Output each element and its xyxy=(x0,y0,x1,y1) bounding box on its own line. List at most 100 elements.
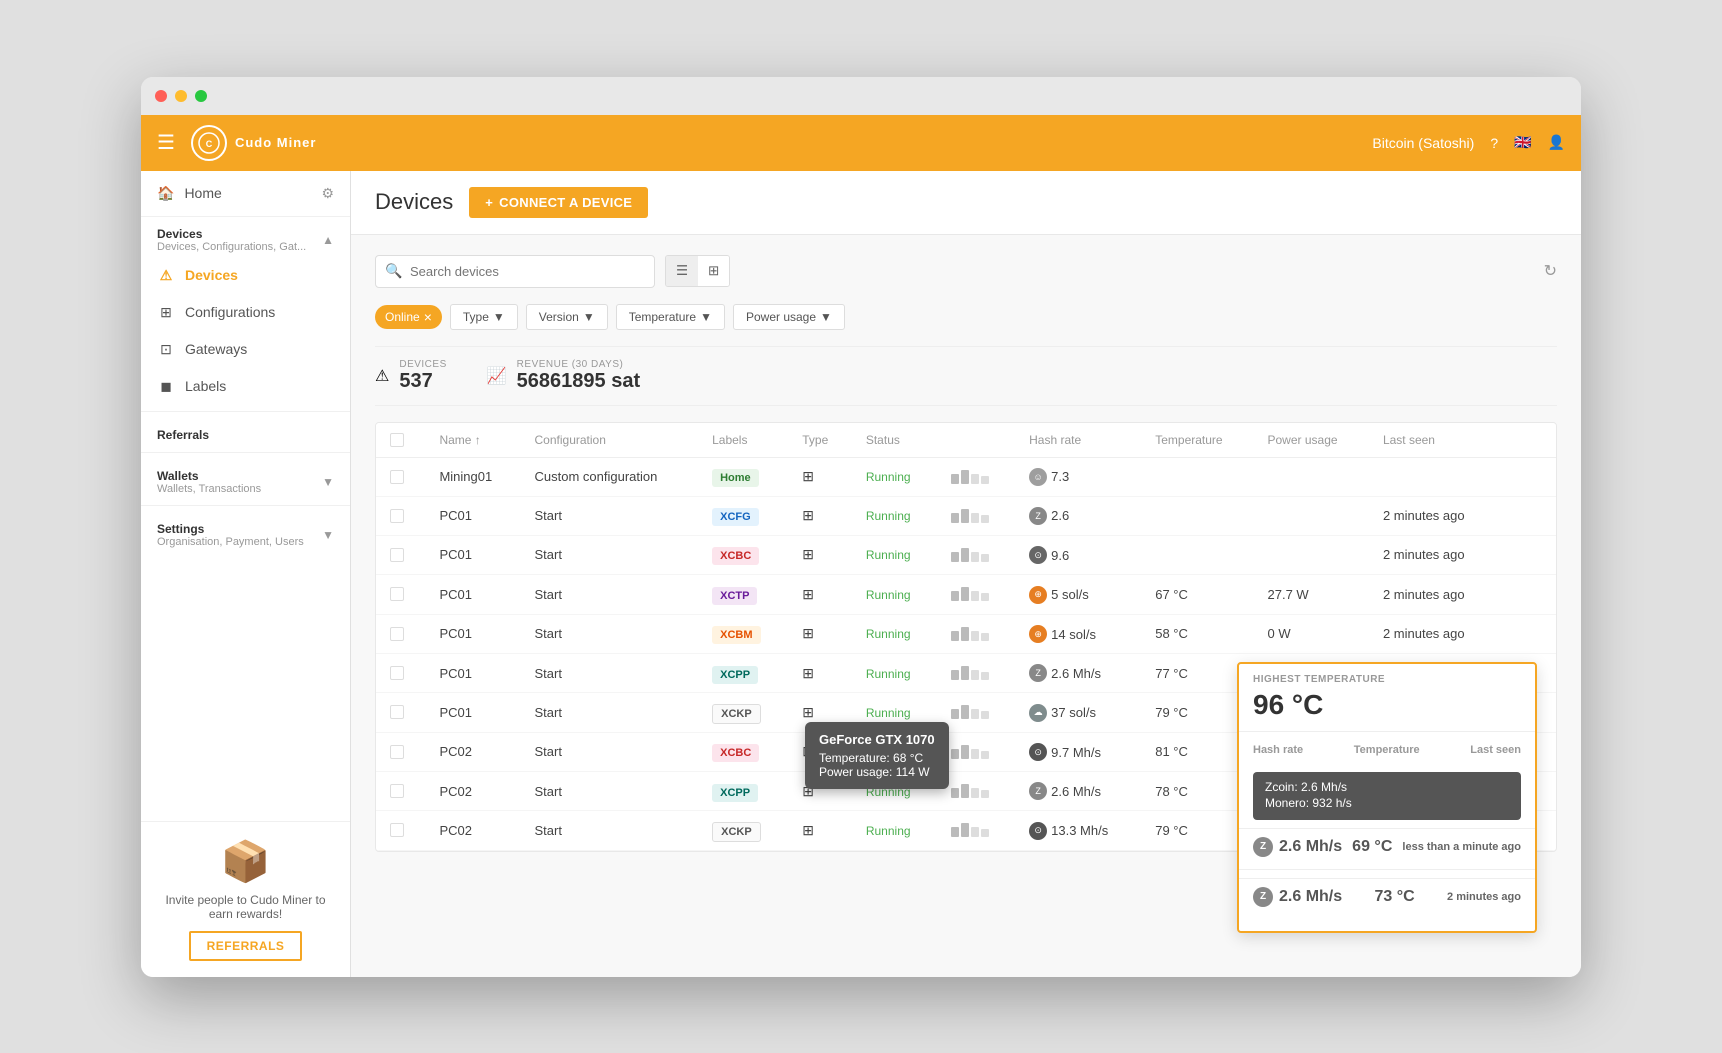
sidebar-devices-section: Devices Devices, Configurations, Gat... … xyxy=(141,217,350,257)
row-status: Running xyxy=(852,614,938,654)
promo-image: 📦 xyxy=(157,838,334,885)
table-row: PC01 Start XCFG ⊞ Running Z 2.6 2 minute… xyxy=(376,496,1556,535)
row-status: Running xyxy=(852,575,938,615)
sidebar-item-devices[interactable]: ⚠ Devices xyxy=(141,257,350,294)
row-visual xyxy=(937,732,1015,772)
help-icon[interactable]: ? xyxy=(1490,135,1498,151)
type-filter-button[interactable]: Type ▼ xyxy=(450,304,518,330)
view-toggle: ☰ ⊞ xyxy=(665,255,730,287)
refresh-button[interactable]: ↻ xyxy=(1544,261,1557,281)
col-hashrate: Hash rate xyxy=(1015,423,1141,458)
row-config: Start xyxy=(521,693,699,733)
inner-panel-monero: Monero: 932 h/s xyxy=(1265,796,1509,810)
row-status: Running xyxy=(852,654,938,693)
type-filter-chevron: ▼ xyxy=(493,310,505,324)
sidebar-item-configurations[interactable]: ⊞ Configurations xyxy=(141,294,350,331)
wallets-expand-icon[interactable]: ▼ xyxy=(322,475,334,489)
main-layout: 🏠 Home ⚙ Devices Devices, Configurations… xyxy=(141,171,1581,977)
sidebar-home[interactable]: 🏠 Home ⚙ xyxy=(141,171,350,217)
minimize-dot[interactable] xyxy=(175,90,187,102)
logo: C Cudo Miner xyxy=(191,125,317,161)
maximize-dot[interactable] xyxy=(195,90,207,102)
content-header: Devices + CONNECT A DEVICE xyxy=(351,171,1581,235)
hamburger-icon[interactable]: ☰ xyxy=(157,130,175,155)
row-checkbox xyxy=(376,732,425,772)
power-filter-button[interactable]: Power usage ▼ xyxy=(733,304,845,330)
row-status: Running xyxy=(852,496,938,535)
tooltip-temp: Temperature: 68 °C xyxy=(819,751,935,765)
list-view-button[interactable]: ☰ xyxy=(666,256,698,286)
os-icon: ⊞ xyxy=(802,507,814,523)
collapse-icon[interactable]: ▲ xyxy=(322,233,334,247)
row-config: Start xyxy=(521,614,699,654)
sidebar-item-labels[interactable]: ◼ Labels xyxy=(141,368,350,405)
table-row: PC01 Start XCBM ⊞ Running ⊕ 14 sol/s 58 … xyxy=(376,614,1556,654)
row-config: Start xyxy=(521,732,699,772)
row-type: ⊞ xyxy=(788,496,852,535)
settings-expand-icon[interactable]: ▼ xyxy=(322,528,334,542)
row-power: 27.7 W xyxy=(1254,575,1369,615)
online-filter-close[interactable]: × xyxy=(424,309,432,325)
titlebar xyxy=(141,77,1581,115)
flag-icon[interactable]: 🇬🇧 xyxy=(1514,134,1531,151)
sidebar-devices-label: Devices xyxy=(185,267,238,283)
version-filter-button[interactable]: Version ▼ xyxy=(526,304,608,330)
content-body: 🔍 ☰ ⊞ ↻ Online × Type xyxy=(351,235,1581,920)
tooltip-overlay: GeForce GTX 1070 Temperature: 68 °C Powe… xyxy=(805,722,949,789)
plus-icon: + xyxy=(485,195,493,210)
settings-icon[interactable]: ⚙ xyxy=(321,185,334,202)
currency-label[interactable]: Bitcoin (Satoshi) xyxy=(1372,135,1474,151)
sidebar-gateways-label: Gateways xyxy=(185,341,247,357)
close-dot[interactable] xyxy=(155,90,167,102)
connect-btn-label: CONNECT A DEVICE xyxy=(499,195,632,210)
row-type: ⊞ xyxy=(788,654,852,693)
row-visual xyxy=(937,496,1015,535)
row-name: PC02 xyxy=(425,772,520,811)
row-hashrate: Z 2.6 xyxy=(1015,496,1141,535)
row-visual xyxy=(937,772,1015,811)
devices-icon: ⚠ xyxy=(157,267,175,284)
main-content: Devices + CONNECT A DEVICE 🔍 ☰ ⊞ xyxy=(351,171,1581,977)
coin-icon: Z xyxy=(1029,507,1047,525)
account-icon[interactable]: 👤 xyxy=(1548,134,1565,151)
panel-hash-1: Z 2.6 Mh/s 69 °C less than a minute ago xyxy=(1239,828,1535,865)
row-name: PC01 xyxy=(425,535,520,575)
search-icon: 🔍 xyxy=(385,263,402,280)
panel-table: Hash rate Temperature Last seen Zcoin: 2… xyxy=(1239,732,1535,931)
devices-stat-value: 537 xyxy=(399,370,446,393)
revenue-stat: 📈 REVENUE (30 DAYS) 56861895 sat xyxy=(487,359,640,393)
grid-view-button[interactable]: ⊞ xyxy=(698,256,729,286)
col-labels: Labels xyxy=(698,423,788,458)
row-checkbox xyxy=(376,811,425,851)
sidebar-referrals-title: Referrals xyxy=(157,428,334,442)
tooltip-power: Power usage: 114 W xyxy=(819,765,935,779)
row-lastseen xyxy=(1369,457,1556,496)
row-name: PC02 xyxy=(425,732,520,772)
col-temperature: Temperature xyxy=(1141,423,1253,458)
col-lastseen: Last seen xyxy=(1369,423,1556,458)
devices-stat-icon: ⚠ xyxy=(375,366,389,386)
row-label: XCPP xyxy=(698,772,788,811)
col-name[interactable]: Name ↑ xyxy=(425,423,520,458)
coin-icon: ⊙ xyxy=(1029,743,1047,761)
zcoin-icon: Z xyxy=(1253,837,1273,857)
labels-icon: ◼ xyxy=(157,378,175,395)
row-checkbox xyxy=(376,575,425,615)
sidebar-divider-2 xyxy=(141,452,350,453)
configurations-icon: ⊞ xyxy=(157,304,175,321)
connect-device-button[interactable]: + CONNECT A DEVICE xyxy=(469,187,648,218)
coin-icon: ⊕ xyxy=(1029,586,1047,604)
search-input[interactable] xyxy=(375,255,655,288)
coin-icon: ⊙ xyxy=(1029,546,1047,564)
coin-icon: ⊙ xyxy=(1029,822,1047,840)
row-visual xyxy=(937,693,1015,733)
topnav-right: Bitcoin (Satoshi) ? 🇬🇧 👤 xyxy=(1372,134,1565,151)
sidebar-item-gateways[interactable]: ⊡ Gateways xyxy=(141,331,350,368)
sidebar-devices-title: Devices xyxy=(157,227,306,241)
row-lastseen: 2 minutes ago xyxy=(1369,496,1556,535)
referrals-button[interactable]: REFERRALS xyxy=(189,931,303,961)
temperature-filter-button[interactable]: Temperature ▼ xyxy=(616,304,725,330)
row-name: Mining01 xyxy=(425,457,520,496)
panel-row-2: Z 2.6 Mh/s 73 °C 2 minutes ago xyxy=(1239,869,1535,923)
row-hashrate: Z 2.6 Mh/s xyxy=(1015,654,1141,693)
